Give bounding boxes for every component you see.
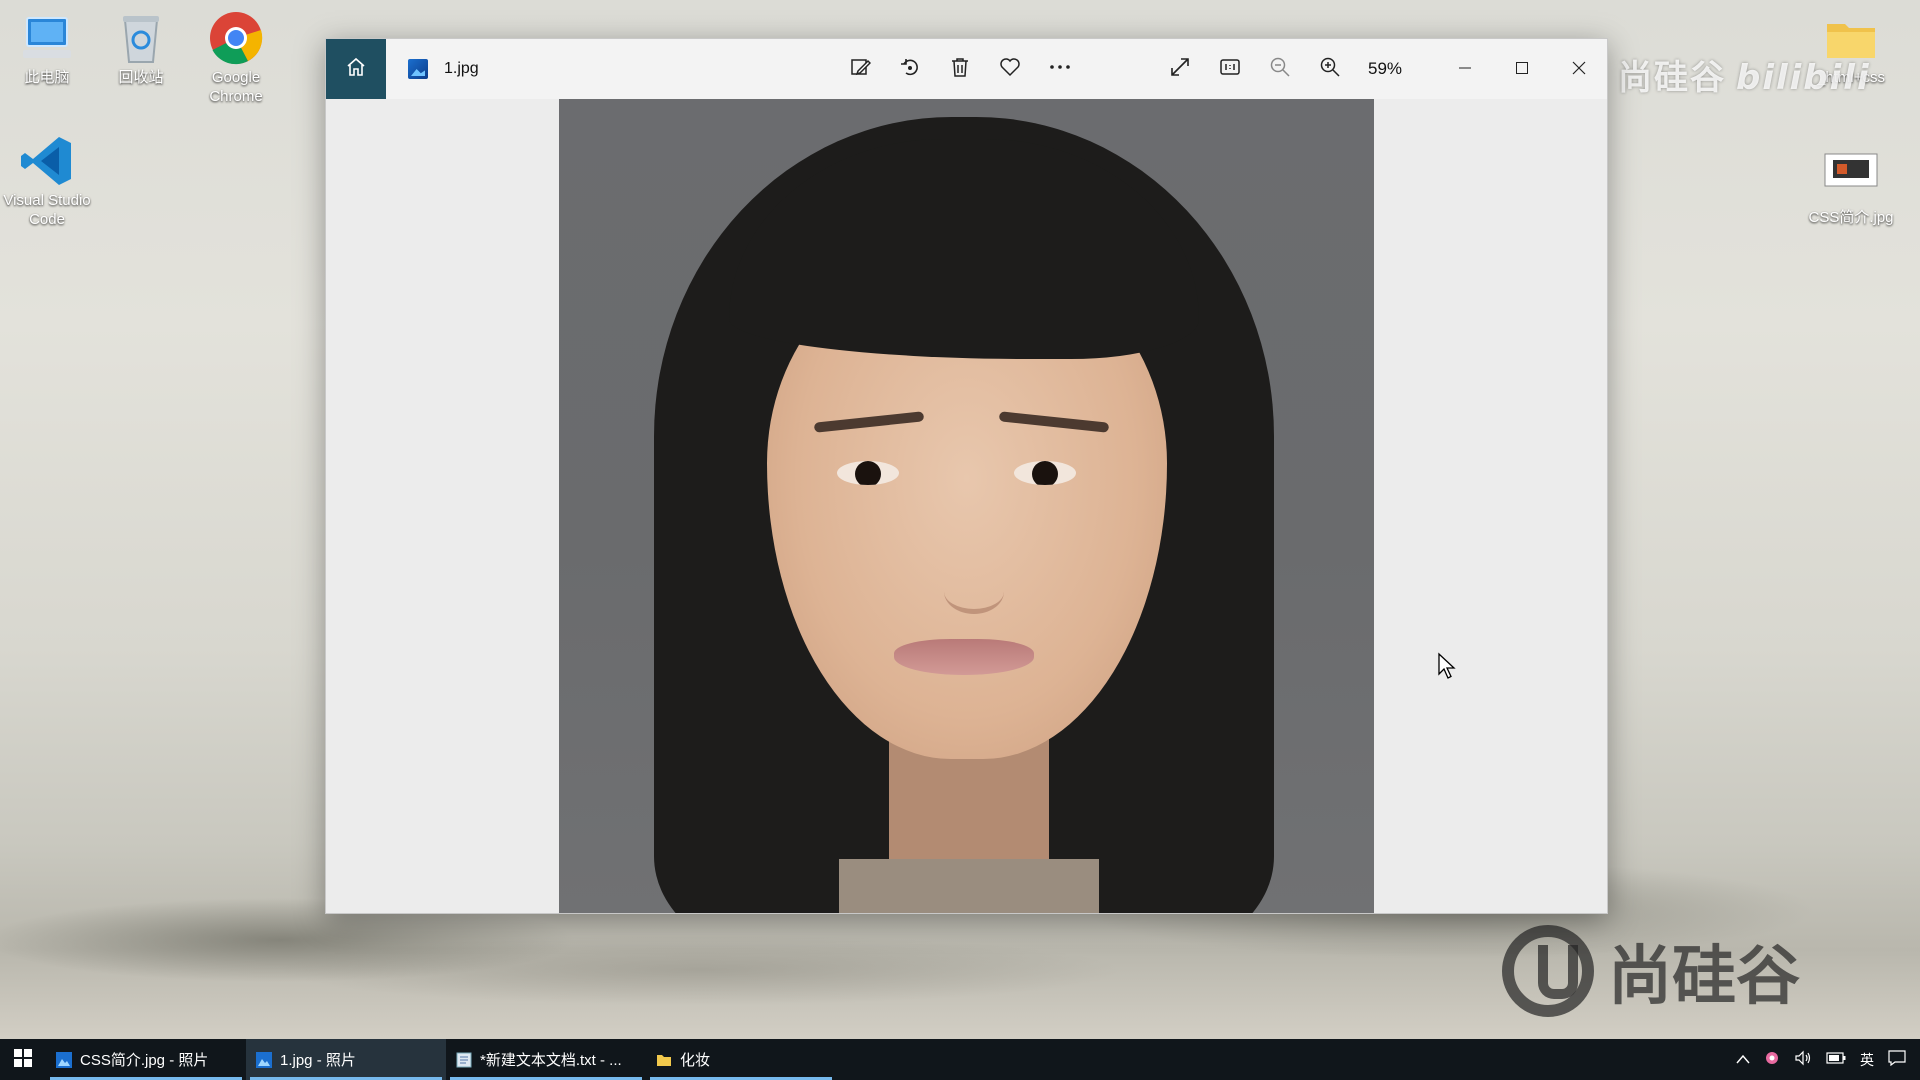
zoom-in-icon [1319, 56, 1341, 82]
actual-size-icon [1219, 56, 1241, 82]
photo-nose [944, 569, 1004, 614]
zoom-out-button[interactable] [1266, 55, 1294, 83]
taskbar: CSS简介.jpg - 照片 1.jpg - 照片 *新建文本文档.txt - … [0, 1039, 1920, 1080]
desktop-icon-css-jpg[interactable]: CSS简介.jpg [1806, 150, 1896, 227]
fullscreen-icon [1169, 56, 1191, 82]
photos-icon [56, 1051, 72, 1068]
window-file-name: 1.jpg [444, 60, 479, 77]
close-button[interactable] [1550, 39, 1607, 99]
mouse-cursor-icon [1437, 652, 1457, 684]
minimize-icon [1458, 60, 1472, 79]
more-button[interactable] [1046, 55, 1074, 83]
rotate-icon [899, 56, 921, 82]
favorite-icon [999, 56, 1021, 82]
image-file-icon [408, 59, 428, 79]
close-icon [1572, 60, 1586, 79]
delete-button[interactable] [946, 55, 974, 83]
watermark-logo-icon [1502, 925, 1594, 1017]
notification-icon[interactable] [1888, 1049, 1906, 1070]
tray-app-icon[interactable] [1764, 1050, 1780, 1070]
photo-shirt [839, 859, 1099, 913]
home-icon [346, 57, 366, 81]
photo-eye-left [837, 461, 899, 485]
desktop-icon-label: Visual Studio Code [3, 192, 91, 228]
watermark-top: 尚硅谷 bilibili [1618, 50, 1871, 99]
vscode-icon [19, 133, 75, 189]
photo-eye-right [1014, 461, 1076, 485]
notepad-icon [456, 1052, 472, 1068]
image-file-icon [1823, 150, 1879, 206]
desktop-icon-label: CSS简介.jpg [1808, 209, 1894, 226]
favorite-button[interactable] [996, 55, 1024, 83]
photo-lips [894, 639, 1034, 675]
desktop-icon-label: 回收站 [118, 69, 164, 86]
battery-icon[interactable] [1826, 1051, 1846, 1069]
photos-icon [256, 1051, 272, 1068]
system-tray: 英 [1736, 1039, 1920, 1080]
folder-icon [656, 1052, 672, 1068]
tray-chevron-up-icon[interactable] [1736, 1052, 1750, 1068]
edit-button[interactable] [846, 55, 874, 83]
fullscreen-button[interactable] [1166, 55, 1194, 83]
displayed-photo[interactable] [559, 99, 1374, 913]
edit-icon [849, 56, 872, 82]
rotate-button[interactable] [896, 55, 924, 83]
maximize-button[interactable] [1493, 39, 1550, 99]
zoom-in-button[interactable] [1316, 55, 1344, 83]
desktop-icon-label: Google Chrome [209, 69, 263, 105]
window-controls [1436, 39, 1607, 99]
desktop-icon-recycle-bin[interactable]: 回收站 [96, 10, 186, 87]
photos-toolbar [846, 39, 1074, 99]
photos-window: 1.jpg 59% [325, 38, 1608, 914]
desktop-icon-chrome[interactable]: Google Chrome [191, 10, 281, 106]
desktop-icon-label: 此电脑 [24, 69, 70, 86]
taskbar-item-folder[interactable]: 化妆 [646, 1039, 836, 1080]
taskbar-item-label: CSS简介.jpg - 照片 [80, 1052, 209, 1069]
ime-indicator[interactable]: 英 [1860, 1050, 1874, 1070]
zoom-out-icon [1269, 56, 1291, 82]
watermark-bottom-text: 尚硅谷 [1608, 940, 1800, 1014]
computer-icon [19, 10, 75, 66]
taskbar-item-label: 化妆 [680, 1052, 711, 1069]
delete-icon [949, 56, 971, 82]
minimize-button[interactable] [1436, 39, 1493, 99]
desktop-icon-vscode[interactable]: Visual Studio Code [2, 133, 92, 229]
windows-logo-icon [14, 1048, 32, 1071]
more-icon [1048, 56, 1072, 82]
taskbar-item-label: 1.jpg - 照片 [280, 1052, 356, 1069]
taskbar-item-notepad[interactable]: *新建文本文档.txt - ... [446, 1039, 646, 1080]
watermark-top-text: 尚硅谷 [1618, 58, 1726, 98]
taskbar-item-css-jpg[interactable]: CSS简介.jpg - 照片 [46, 1039, 246, 1080]
taskbar-item-1-jpg[interactable]: 1.jpg - 照片 [246, 1039, 446, 1080]
start-button[interactable] [0, 1039, 46, 1080]
volume-icon[interactable] [1794, 1050, 1812, 1070]
zoom-level[interactable]: 59% [1368, 59, 1402, 79]
watermark-brand: bilibili [1736, 58, 1871, 98]
watermark-bottom: 尚硅谷 [1502, 925, 1800, 1017]
chrome-icon [208, 10, 264, 66]
maximize-icon [1515, 60, 1529, 79]
photos-view-toolbar: 59% [1166, 39, 1402, 99]
actual-size-button[interactable] [1216, 55, 1244, 83]
recycle-bin-icon [113, 10, 169, 66]
taskbar-item-label: *新建文本文档.txt - ... [480, 1052, 622, 1069]
home-button[interactable] [326, 39, 386, 99]
photos-titlebar: 1.jpg 59% [326, 39, 1607, 99]
desktop-icon-this-pc[interactable]: 此电脑 [2, 10, 92, 87]
